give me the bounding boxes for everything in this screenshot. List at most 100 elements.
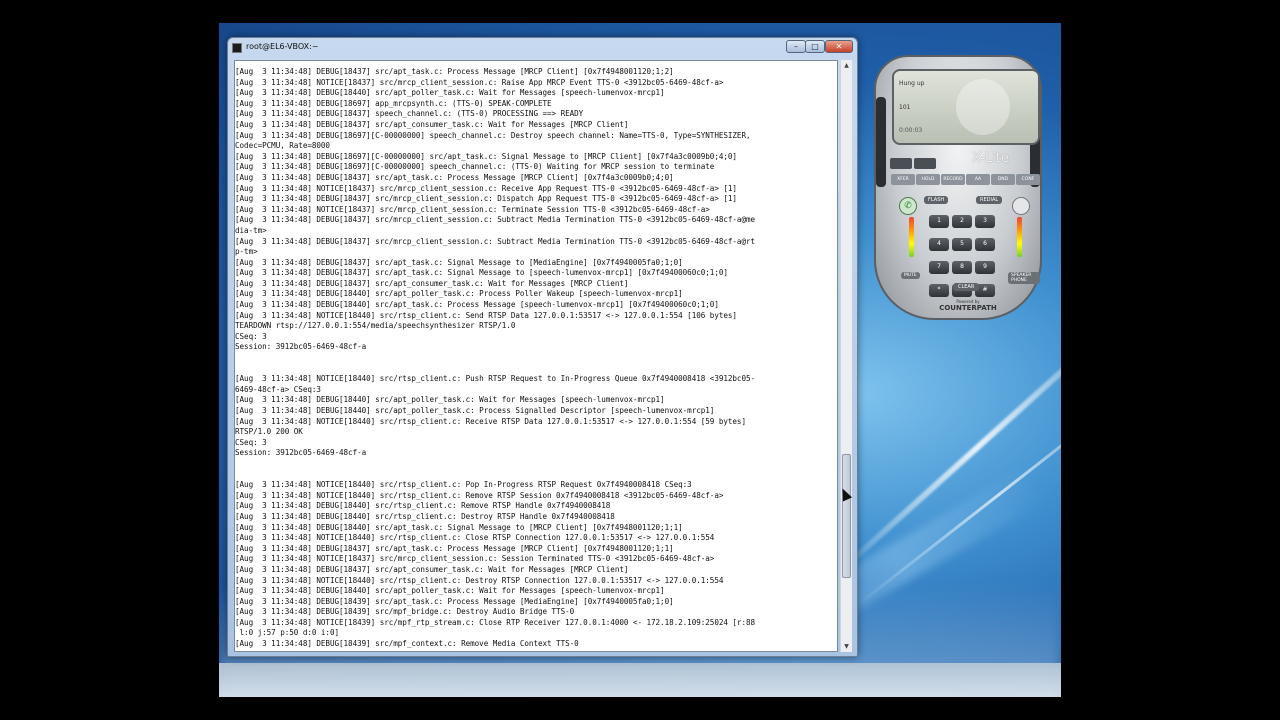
keypad-key[interactable]: 7 <box>929 261 949 274</box>
function-button-dnd[interactable]: DND <box>991 174 1015 185</box>
log-line: [Aug 3 11:34:48] DEBUG[18440] src/apt_po… <box>235 88 665 98</box>
scroll-down-arrow-icon[interactable]: ▼ <box>841 641 852 652</box>
log-line: [Aug 3 11:34:48] DEBUG[18440] src/apt_po… <box>235 586 665 596</box>
speaker-volume-slider[interactable] <box>1017 217 1022 257</box>
log-line: [Aug 3 11:34:48] NOTICE[18440] src/rtsp_… <box>235 480 692 490</box>
log-line: Session: 3912bc05-6469-48cf-a <box>235 448 367 458</box>
keypad-key[interactable]: 6 <box>975 238 995 251</box>
log-line: [Aug 3 11:34:48] DEBUG[18437] src/apt_co… <box>235 278 629 288</box>
mic-volume-slider[interactable] <box>909 217 914 257</box>
function-button-record[interactable]: RECORD <box>941 174 965 185</box>
log-line: [Aug 3 11:34:48] NOTICE[18440] src/rtsp_… <box>235 416 746 426</box>
terminal-scrollbar[interactable]: ▲ ▼ <box>840 60 852 652</box>
terminal-output[interactable]: [Aug 3 11:34:48] DEBUG[18437] src/apt_ta… <box>234 60 838 652</box>
phone-top-buttons <box>890 156 938 169</box>
call-button[interactable]: ✆ <box>899 197 917 215</box>
log-line: [Aug 3 11:34:48] DEBUG[18439] src/mpf_br… <box>235 607 575 617</box>
phone-body: Hung up 101 0:00:03 X-Lite XFER HOLD RECOR… <box>874 55 1042 320</box>
terminal-titlebar[interactable]: root@EL6-VBOX:~ – □ ✕ <box>228 38 857 58</box>
clear-button[interactable]: CLEAR <box>953 283 980 291</box>
log-line: l:0 j:57 p:50 d:0 i:0] <box>235 628 340 638</box>
log-line: [Aug 3 11:34:48] DEBUG[18437] src/apt_co… <box>235 564 629 574</box>
keypad-key[interactable]: 1 <box>929 215 949 228</box>
terminal-window[interactable]: root@EL6-VBOX:~ – □ ✕ [Aug 3 11:34:48] D… <box>227 37 858 657</box>
log-line: RTSP/1.0 200 OK <box>235 427 303 437</box>
keypad-key[interactable]: 8 <box>952 261 972 274</box>
brand-logo: X-Lite <box>972 151 1009 166</box>
log-line: [Aug 3 11:34:48] DEBUG[18440] src/apt_po… <box>235 406 715 415</box>
xlite-softphone[interactable]: Hung up 101 0:00:03 X-Lite XFER HOLD RECOR… <box>868 55 1050 322</box>
function-button-aa[interactable]: AA <box>966 174 990 185</box>
flash-button[interactable]: FLASH <box>924 196 949 204</box>
log-line: [Aug 3 11:34:48] DEBUG[18437] src/mrcp_c… <box>235 194 737 204</box>
terminal-icon <box>232 43 242 53</box>
log-line: dia-tm> <box>235 225 267 235</box>
keypad-key[interactable]: 4 <box>929 238 949 251</box>
keypad-key[interactable]: * <box>929 284 949 297</box>
log-line: [Aug 3 11:34:48] NOTICE[18437] src/mrcp_… <box>235 554 715 564</box>
log-line: [Aug 3 11:34:48] NOTICE[18440] src/rtsp_… <box>235 374 756 384</box>
log-line: [Aug 3 11:34:48] DEBUG[18437] src/apt_ta… <box>235 543 674 553</box>
log-line: CSeq: 3 <box>235 437 267 447</box>
log-line: [Aug 3 11:34:48] NOTICE[18437] src/mrcp_… <box>235 77 724 87</box>
log-line: TEARDOWN rtsp://127.0.0.1:554/media/spee… <box>235 321 516 331</box>
log-line: [Aug 3 11:34:48] NOTICE[18437] src/mrcp_… <box>235 183 737 193</box>
phone-display: Hung up 101 0:00:03 <box>892 69 1040 145</box>
mute-button[interactable]: MUTE <box>901 272 920 279</box>
log-line: [Aug 3 11:34:48] DEBUG[18439] src/apt_ta… <box>235 596 674 606</box>
log-line: [Aug 3 11:34:48] NOTICE[18439] src/mpf_r… <box>235 617 756 627</box>
minimize-button[interactable]: – <box>786 40 806 53</box>
taskbar-area <box>219 663 1061 697</box>
log-line: [Aug 3 11:34:48] DEBUG[18437] speech_cha… <box>235 109 584 119</box>
line1-button[interactable] <box>890 158 912 169</box>
scrollbar-thumb[interactable] <box>842 454 851 578</box>
log-line: [Aug 3 11:34:48] DEBUG[18437] src/apt_co… <box>235 119 629 129</box>
hangup-button[interactable] <box>1012 197 1030 215</box>
log-line: [Aug 3 11:34:48] DEBUG[18440] src/rtsp_c… <box>235 511 615 521</box>
function-buttons: XFER HOLD RECORD AA DND CONF <box>891 174 1041 186</box>
log-line: [Aug 3 11:34:48] NOTICE[18440] src/rtsp_… <box>235 490 724 500</box>
log-line: [Aug 3 11:34:48] DEBUG[18440] src/apt_ta… <box>235 300 719 310</box>
contact-silhouette-icon <box>956 79 1010 135</box>
log-line: [Aug 3 11:34:48] DEBUG[18437] src/apt_ta… <box>235 67 674 76</box>
log-line: CSeq: 3 <box>235 331 267 341</box>
log-line: [Aug 3 11:34:48] DEBUG[18440] src/apt_po… <box>235 289 683 299</box>
log-line: [Aug 3 11:34:48] DEBUG[18697][C-00000000… <box>235 130 751 140</box>
window-title: root@EL6-VBOX:~ <box>246 42 319 51</box>
log-line: [Aug 3 11:34:48] DEBUG[18697][C-00000000… <box>235 151 737 161</box>
log-line: [Aug 3 11:34:48] DEBUG[18697][C-00000000… <box>235 162 715 172</box>
keypad-key[interactable]: 2 <box>952 215 972 228</box>
redial-button[interactable]: REDIAL <box>976 196 1003 204</box>
function-button-conf[interactable]: CONF <box>1016 174 1040 185</box>
log-text: [Aug 3 11:34:48] DEBUG[18437] src/apt_ta… <box>235 61 837 650</box>
keypad-key[interactable]: 5 <box>952 238 972 251</box>
log-line: 6469-48cf-a> CSeq:3 <box>235 384 321 394</box>
function-button-hold[interactable]: HOLD <box>916 174 940 185</box>
log-line: [Aug 3 11:34:48] DEBUG[18440] src/apt_ta… <box>235 522 683 532</box>
log-line: [Aug 3 11:34:48] NOTICE[18437] src/mrcp_… <box>235 204 710 214</box>
function-button-xfer[interactable]: XFER <box>891 174 915 185</box>
log-line: Session: 3912bc05-6469-48cf-a <box>235 342 367 352</box>
speakerphone-button[interactable]: SPEAKER PHONE <box>1008 272 1040 284</box>
close-button[interactable]: ✕ <box>825 40 853 53</box>
vendor-logo: COUNTERPATH <box>939 304 997 312</box>
log-line: [Aug 3 11:34:48] NOTICE[18440] src/rtsp_… <box>235 310 737 320</box>
line2-button[interactable] <box>914 158 936 169</box>
log-line: p-tm> <box>235 247 258 257</box>
maximize-button[interactable]: □ <box>805 40 825 53</box>
log-line: [Aug 3 11:34:48] DEBUG[18437] src/apt_ta… <box>235 268 728 278</box>
log-line: [Aug 3 11:34:48] DEBUG[18440] src/rtsp_c… <box>235 501 611 511</box>
log-line: Codec=PCMU, Rate=8000 <box>235 141 330 151</box>
log-line: [Aug 3 11:34:48] DEBUG[18697] app_mrcpsy… <box>235 98 552 108</box>
keypad-key[interactable]: 3 <box>975 215 995 228</box>
log-line: [Aug 3 11:34:48] DEBUG[18437] src/mrcp_c… <box>235 215 756 225</box>
keypad-key[interactable]: 9 <box>975 261 995 274</box>
log-line: [Aug 3 11:34:48] NOTICE[18440] src/rtsp_… <box>235 575 724 585</box>
scroll-up-arrow-icon[interactable]: ▲ <box>841 60 852 71</box>
log-line: [Aug 3 11:34:48] DEBUG[18437] src/mrcp_c… <box>235 236 756 246</box>
log-line: [Aug 3 11:34:48] DEBUG[18439] src/mpf_co… <box>235 639 579 649</box>
